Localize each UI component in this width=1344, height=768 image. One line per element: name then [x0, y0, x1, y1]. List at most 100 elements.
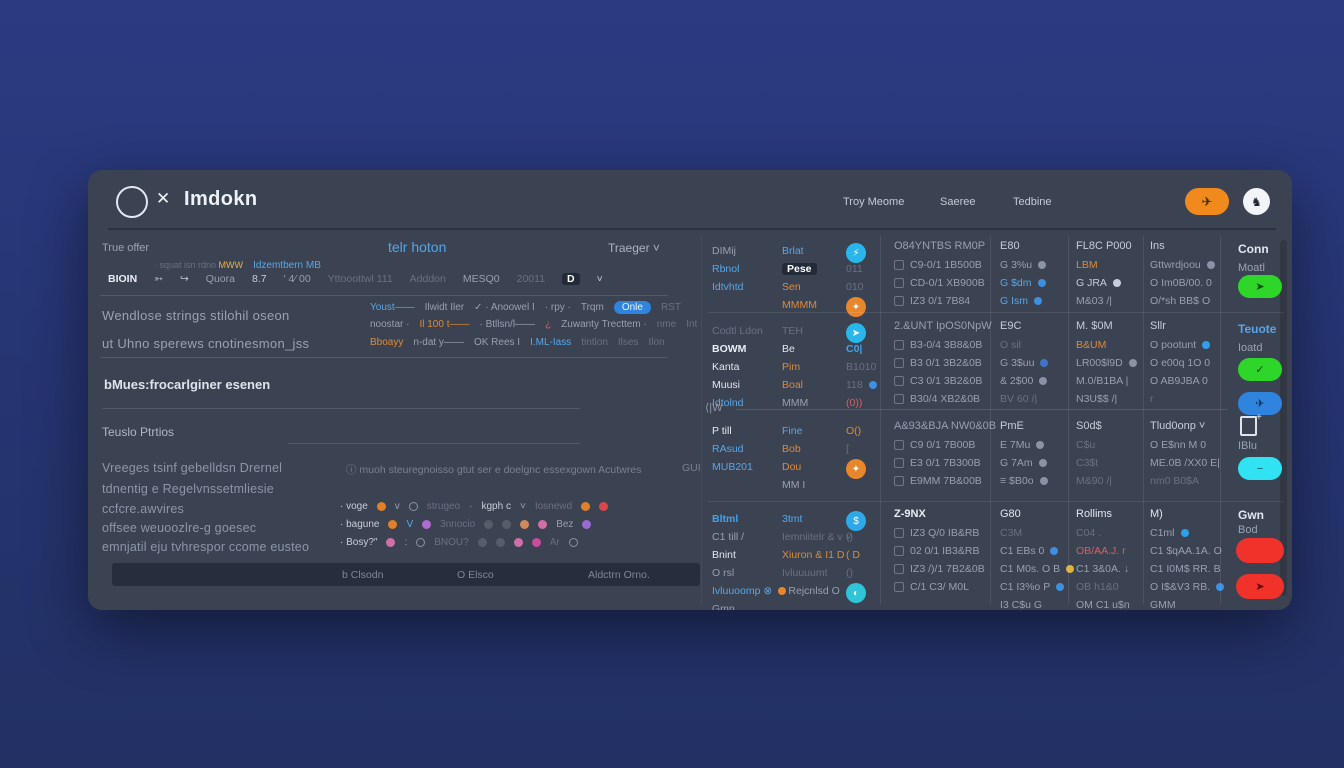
status-dot[interactable] [1113, 279, 1121, 287]
status-dot[interactable] [538, 520, 547, 529]
status-dot[interactable] [484, 520, 493, 529]
status-dot[interactable] [416, 538, 425, 547]
token[interactable]: BNOU? [434, 537, 468, 548]
token[interactable]: 3nnocio [440, 519, 475, 530]
token[interactable]: ′ 4⁄ 00 [284, 273, 311, 285]
status-dot[interactable] [386, 538, 395, 547]
status-item-2[interactable]: O Elsco [457, 569, 494, 581]
confirm-button[interactable]: ➤ [1238, 275, 1282, 298]
token[interactable]: ↪ [180, 273, 189, 285]
status-dot[interactable] [1056, 583, 1064, 591]
checkbox-row[interactable]: IZ3 Q/0 IB&RB [894, 527, 979, 539]
status-circle-icon[interactable]: ◐ [846, 583, 866, 603]
checkbox-icon[interactable] [894, 278, 904, 288]
approve-button[interactable]: ✓ [1238, 358, 1282, 381]
checkbox-icon[interactable] [894, 476, 904, 486]
status-dot[interactable] [422, 520, 431, 529]
checkbox-icon[interactable] [894, 376, 904, 386]
status-circle-icon[interactable]: ✦ [846, 297, 866, 317]
token[interactable]: Quora [206, 273, 235, 285]
token[interactable]: 20011 [517, 273, 545, 285]
status-dot[interactable] [1050, 547, 1058, 555]
meta-link[interactable]: Idzemtbern MB [253, 260, 321, 271]
checkbox-icon[interactable] [894, 458, 904, 468]
token[interactable]: MESQ0 [463, 273, 500, 285]
token[interactable]: Adddon [410, 273, 446, 285]
status-circle-icon[interactable]: ✦ [846, 459, 866, 479]
checkbox-icon[interactable] [894, 546, 904, 556]
nav-item-1[interactable]: Troy Meome [843, 196, 904, 208]
status-dot[interactable] [1181, 529, 1189, 537]
status-dot[interactable] [1039, 459, 1047, 467]
checkbox-row[interactable]: E3 0/1 7B300B [894, 457, 981, 469]
token[interactable]: 8.7 [252, 273, 267, 285]
checkbox-row[interactable]: C9 0/1 7B00B [894, 439, 975, 451]
checkbox-icon[interactable] [894, 394, 904, 404]
checkbox-row[interactable]: C/1 C3/ M0L [894, 581, 969, 593]
status-dot[interactable] [1207, 261, 1215, 269]
checkbox-icon[interactable] [894, 340, 904, 350]
status-dot[interactable] [478, 538, 487, 547]
token[interactable]: Bez [556, 519, 573, 530]
token[interactable]: Iosnewd [535, 501, 572, 512]
status-dot[interactable] [520, 520, 529, 529]
status-item-3[interactable]: Aldctrn Orno. [588, 569, 650, 581]
status-dot[interactable] [582, 520, 591, 529]
status-dot[interactable] [599, 502, 608, 511]
checkbox-icon[interactable] [894, 440, 904, 450]
status-dot[interactable] [1129, 359, 1137, 367]
token[interactable]: · Bosy?″ [340, 537, 377, 548]
status-dot[interactable] [778, 587, 786, 595]
status-circle-icon[interactable]: $ [846, 511, 866, 531]
token[interactable]: kgph c [482, 501, 511, 512]
traeger-dropdown[interactable]: Traeger ˅ [608, 241, 660, 255]
status-dot[interactable] [1034, 297, 1042, 305]
token[interactable]: · voge [340, 501, 368, 512]
checkbox-row[interactable]: IZ3 0/1 7B84 [894, 295, 970, 307]
status-dot[interactable] [377, 502, 386, 511]
token[interactable]: : [404, 537, 407, 548]
token[interactable]: · bagune [340, 519, 379, 530]
checkbox-row[interactable]: CD-0/1 XB900B [894, 277, 985, 289]
status-dot[interactable] [1036, 441, 1044, 449]
status-dot[interactable] [1040, 359, 1048, 367]
status-dot[interactable] [569, 538, 578, 547]
checkbox-row[interactable]: IZ3 /)/1 7B2&0B [894, 563, 985, 575]
token[interactable]: v [395, 501, 400, 512]
status-dot[interactable] [1039, 377, 1047, 385]
token[interactable]: strugeo [427, 501, 460, 512]
status-dot[interactable] [1038, 279, 1046, 287]
status-dot[interactable] [514, 538, 523, 547]
avatar-button[interactable]: ♞ [1243, 188, 1270, 215]
checkbox-icon[interactable] [894, 564, 904, 574]
status-dot[interactable] [496, 538, 505, 547]
checkbox-row[interactable]: B30/4 XB2&0B [894, 393, 980, 405]
checkbox-icon[interactable] [894, 582, 904, 592]
checkbox-row[interactable]: C3 0/1 3B2&0B [894, 375, 982, 387]
token[interactable]: V [406, 519, 413, 530]
reject-button[interactable]: ➤ [1236, 574, 1284, 599]
nav-item-2[interactable]: Saeree [940, 196, 975, 208]
status-dot[interactable] [869, 381, 877, 389]
token[interactable]: Ar [550, 537, 560, 548]
checkbox-icon[interactable] [894, 260, 904, 270]
minimize-button[interactable]: − [1238, 457, 1282, 480]
status-circle-icon[interactable]: ➤ [846, 323, 866, 343]
status-item-1[interactable]: b Clsodn [342, 569, 383, 581]
status-dot[interactable] [1038, 261, 1046, 269]
status-dot[interactable] [388, 520, 397, 529]
token[interactable]: ˅ [597, 273, 603, 285]
checkbox-icon[interactable] [894, 296, 904, 306]
token[interactable]: BIOIN [108, 273, 137, 285]
status-dot[interactable] [1202, 341, 1210, 349]
status-dot[interactable] [502, 520, 511, 529]
status-dot[interactable] [532, 538, 541, 547]
status-circle-icon[interactable]: ⚡ [846, 243, 866, 263]
token[interactable]: D [562, 273, 580, 285]
status-dot[interactable] [581, 502, 590, 511]
nav-item-3[interactable]: Tedbine [1013, 196, 1052, 208]
status-dot[interactable] [1040, 477, 1048, 485]
checkbox-row[interactable]: B3-0/4 3B8&0B [894, 339, 982, 351]
checkbox-row[interactable]: 02 0/1 IB3&RB [894, 545, 979, 557]
checkbox-icon[interactable] [894, 358, 904, 368]
